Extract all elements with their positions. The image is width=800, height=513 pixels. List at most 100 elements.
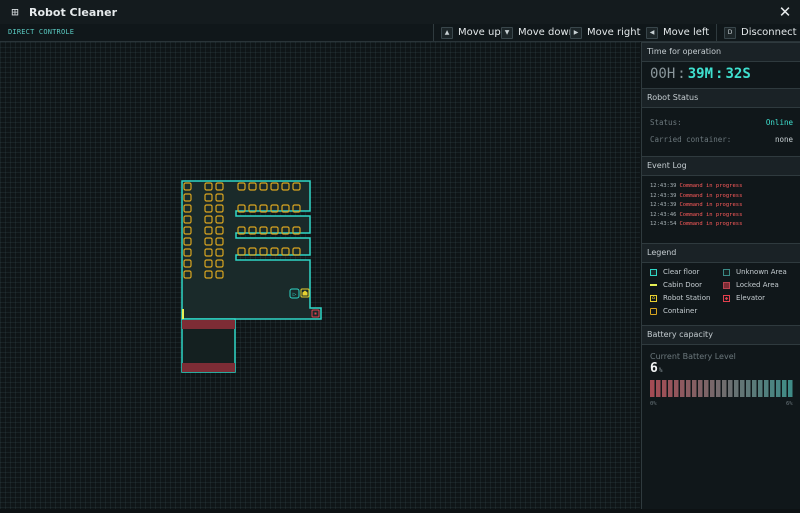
locked-area (182, 363, 235, 372)
legend-container: Container (650, 307, 697, 315)
locked-area (182, 320, 235, 329)
battery-segment (752, 380, 757, 397)
battery-segment (722, 380, 727, 397)
right-panel: Time for operation 00H:39M:32S Robot Sta… (641, 42, 800, 509)
timer-hours: 00H (650, 66, 676, 82)
legend-label: Cabin Door (663, 281, 703, 289)
legend-label: Container (663, 307, 698, 315)
log-message: Command in progress (679, 183, 743, 189)
operation-header: Time for operation (642, 42, 800, 62)
battery-segment (704, 380, 709, 397)
locked-area-swatch (723, 281, 730, 289)
status-value: Online (765, 118, 793, 127)
battery-max-label: 6% (786, 401, 793, 407)
log-message: Command in progress (679, 192, 743, 199)
log-message: Command in progress (679, 202, 743, 208)
battery-segment (788, 380, 793, 397)
arrow-down-icon: ▼ (501, 26, 513, 39)
log-message: Command in progress (679, 221, 743, 227)
log-time: 12:43:39 (650, 183, 677, 189)
status-label: Status: (650, 118, 682, 127)
robot-station-icon: ⌂ (650, 294, 657, 302)
legend-unknown-area: Unknown Area (723, 268, 787, 276)
legend-robot-station: ⌂ Robot Station (650, 294, 710, 302)
container-label: Carried container: (650, 135, 732, 144)
legend-clear-floor: Clear floor (650, 268, 699, 276)
move-right-button[interactable]: ▶ Move right (570, 24, 641, 41)
timer-minutes: 39M (687, 66, 714, 82)
window-title: Robot Cleaner (29, 5, 117, 19)
move-down-button[interactable]: ▼ Move down (501, 24, 575, 41)
arrow-right-icon: ▶ (570, 26, 582, 39)
robot-glyph: ▷ (293, 291, 297, 298)
battery-segment (650, 380, 655, 397)
legend-label: Clear floor (663, 268, 700, 276)
floor-map: ▷ (181, 180, 322, 373)
legend-cabin-door: Cabin Door (650, 281, 702, 289)
battery-segment (758, 380, 763, 397)
move-left-label: Move left (663, 27, 710, 38)
battery-label: Current Battery Level (650, 352, 736, 361)
move-right-label: Move right (587, 27, 641, 38)
map-canvas[interactable]: ▷ (0, 42, 640, 509)
move-up-label: Move up (458, 27, 501, 38)
legend-label: Robot Station (663, 294, 711, 302)
container-value: none (774, 135, 793, 144)
battery-segment (728, 380, 733, 397)
battery-segment (782, 380, 787, 397)
elevator-dot (314, 312, 317, 315)
log-message: Command in progress (679, 211, 743, 218)
battery-segment (716, 380, 721, 397)
container-swatch (650, 307, 657, 315)
log-time: 12:43:39 (650, 202, 677, 208)
battery-header: Battery capacity (642, 325, 800, 345)
robot-status-header: Robot Status (642, 88, 800, 108)
log-time: 12:43:54 (650, 221, 677, 227)
disconnect-label: Disconnect (741, 27, 797, 38)
log-entry: 12:43:54 Command in progress (650, 220, 795, 230)
battery-min-label: 0% (650, 401, 657, 407)
log-entry: 12:43:46 Command in progress (650, 211, 795, 221)
key-d-icon: D (724, 26, 736, 39)
event-log[interactable]: 12:43:39 Command in progress 12:43:39 Comm… (650, 182, 795, 230)
move-left-button[interactable]: ◀ Move left (646, 24, 709, 41)
log-entry: 12:43:39 Command in progress (650, 182, 795, 192)
close-icon[interactable]: ✕ (776, 3, 794, 21)
move-up-button[interactable]: ▲ Move up (441, 24, 501, 41)
cabin-door-swatch (650, 284, 657, 286)
battery-segment (656, 380, 661, 397)
legend-header: Legend (642, 243, 800, 263)
battery-segment (740, 380, 745, 397)
container-row: Carried container: none (650, 135, 793, 144)
battery-segment (770, 380, 775, 397)
toolbar-divider (433, 24, 434, 41)
legend-label: Unknown Area (736, 268, 787, 276)
unknown-area-swatch (723, 268, 730, 276)
battery-segment (746, 380, 751, 397)
status-row: Status: Online (650, 118, 793, 127)
battery-segment (734, 380, 739, 397)
battery-bar (650, 380, 793, 397)
battery-segment (680, 380, 685, 397)
disconnect-button[interactable]: D Disconnect (724, 24, 797, 41)
battery-segment (776, 380, 781, 397)
move-down-label: Move down (518, 27, 575, 38)
legend-label: Elevator (736, 294, 766, 302)
battery-segment (698, 380, 703, 397)
battery-segment (764, 380, 769, 397)
battery-number: 6 (650, 361, 658, 376)
battery-segment (686, 380, 691, 397)
log-time: 12:43:39 (650, 192, 677, 199)
legend-locked-area: Locked Area (723, 281, 779, 289)
timer-seconds: 32S (725, 66, 751, 82)
event-log-header: Event Log (642, 156, 800, 176)
battery-segment (662, 380, 667, 397)
log-entry: 12:43:39 Command in progress (650, 192, 795, 202)
battery-unit: % (658, 367, 663, 374)
arrow-up-icon: ▲ (441, 26, 453, 39)
operation-timer: 00H:39M:32S (650, 66, 751, 82)
log-entry: 12:43:39 Command in progress (650, 201, 795, 211)
battery-segment (710, 380, 715, 397)
mode-label: DIRECT CONTROLE (8, 28, 75, 36)
grid-icon: ⊞ (11, 5, 19, 19)
